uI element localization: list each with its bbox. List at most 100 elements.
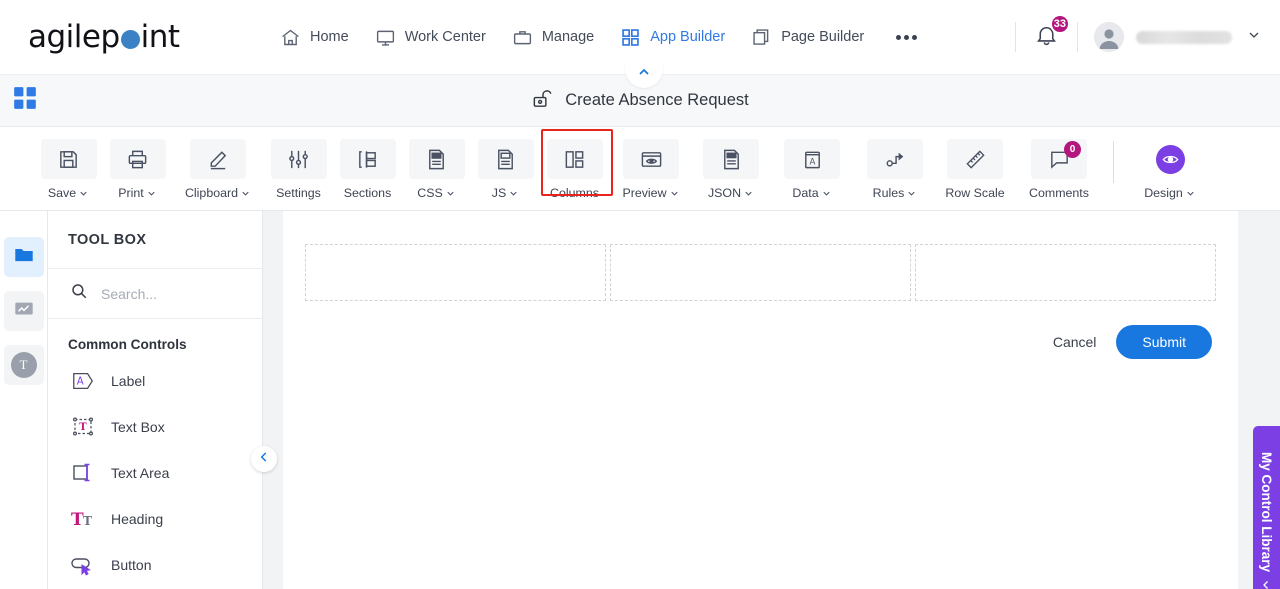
home-icon [280,27,301,48]
drop-zone-1[interactable] [305,244,606,301]
svg-text:A: A [77,377,84,388]
bell-icon [1034,26,1059,51]
floppy-disk-icon [40,139,97,179]
chevron-down-icon [670,191,678,196]
left-icon-rail: T [0,211,48,589]
nav-more-options-button[interactable] [890,34,923,40]
text-area-icon [70,462,96,484]
nav-item-page-builder[interactable]: Page Builder [751,27,864,48]
nav-item-home[interactable]: Home [280,27,349,48]
toolbar-button-js[interactable]: JS [471,137,540,200]
css-file-icon [408,139,465,179]
user-icon [1094,22,1124,52]
printer-icon [109,139,166,179]
toolbar-button-clipboard[interactable]: Clipboard [172,137,264,200]
eye-window-icon [623,139,679,179]
toolbox-control-text-box[interactable]: T Text Box [48,404,262,450]
user-menu-chevron-down-icon[interactable] [1246,27,1262,48]
brand-logo[interactable]: agilep int [0,19,280,55]
toolbar-label-print: Print [118,186,144,200]
logo-text-part1: agilep [28,19,120,55]
comment-bubble-icon: 0 [1031,139,1087,179]
toolbox-control-button[interactable]: Button [48,542,262,588]
toolbar-button-rules[interactable]: Rules [855,137,935,200]
heading-icon: T T [70,508,96,530]
toolbar-button-css[interactable]: CSS [402,137,471,200]
nav-label-home: Home [310,29,349,45]
page-title: Create Absence Request [565,91,749,109]
dot-2-icon [904,34,910,40]
toolbar-label-save: Save [47,186,77,200]
toolbar-label-json: JSON [707,186,742,200]
toolbar-button-settings[interactable]: Settings [264,137,333,200]
toolbar-button-sections[interactable]: Sections [333,137,402,200]
top-nav-right-cluster: 33 [999,14,1280,54]
columns-icon [546,139,603,179]
toolbox-control-label[interactable]: A Label [48,358,262,404]
pencil-icon [190,139,246,179]
chevron-left-icon [1261,579,1273,589]
toolbox-section-title: Common Controls [68,337,187,352]
notifications-button[interactable]: 33 [1032,14,1070,54]
toolbox-control-heading-text: Heading [111,511,164,527]
chevron-down-icon [510,191,517,196]
logo-dot-icon [120,29,140,49]
ruler-icon [947,139,1003,179]
avatar[interactable] [1094,22,1124,52]
toolbar-button-comments[interactable]: 0 Comments [1015,137,1103,200]
toolbox-control-button-text: Button [111,557,152,573]
toolbox-header: TOOL BOX [48,211,262,269]
toolbox-control-text-area[interactable]: Text Area [48,450,262,496]
page-title-group: Create Absence Request [0,87,1280,115]
unlock-icon[interactable] [531,87,554,115]
theme-avatar-icon: T [10,352,37,378]
cancel-button[interactable]: Cancel [1053,334,1097,350]
nav-item-manage[interactable]: Manage [512,27,594,48]
toolbar-button-row-scale[interactable]: Row Scale [935,137,1015,200]
toolbar-label-sections: Sections [343,186,392,200]
rail-item-toolbox[interactable] [3,237,44,277]
toolbox-search-row[interactable] [48,269,262,319]
designer-workspace: T TOOL BOX Common Controls A Label [0,211,1280,589]
columns-row [283,211,1238,301]
toolbar-button-json[interactable]: JSON [693,137,769,200]
toolbar-button-save[interactable]: Save [34,137,103,200]
toolbox-control-heading[interactable]: T T Heading [48,496,262,542]
chevron-down-icon [745,191,752,196]
chevron-up-icon [636,64,652,85]
toolbar-label-data: Data [792,186,819,200]
rail-item-analytics[interactable] [3,291,44,331]
toolbar-button-print[interactable]: Print [103,137,172,200]
toolbox-folder-icon [13,244,35,271]
grid-icon [620,27,641,48]
drop-zone-2[interactable] [610,244,911,301]
drop-zone-3[interactable] [915,244,1216,301]
my-control-library-tab[interactable]: My Control Library [1253,426,1280,589]
search-input[interactable] [101,285,231,302]
nav-item-work-center[interactable]: Work Center [375,27,486,48]
toolbar-button-design[interactable]: Design [1130,137,1210,200]
toolbar-button-data[interactable]: A Data [769,137,855,200]
toolbox-control-label-text: Label [111,373,146,389]
nav-item-app-builder[interactable]: App Builder [620,27,725,48]
form-designer-toolbar: Save Print Clipboard Settings Sections C… [0,127,1280,211]
chevron-down-icon [80,191,87,196]
toolbar-label-js: JS [491,186,507,200]
button-icon [70,554,96,576]
notification-count-badge: 33 [1049,14,1070,34]
chevron-down-icon [822,191,830,196]
chevron-down-icon [148,191,155,196]
toolbar-button-columns[interactable]: Columns [540,129,613,200]
toolbar-label-row-scale: Row Scale [945,186,1005,200]
main-menu: Home Work Center Manage App Builder Page… [280,27,999,48]
rail-item-theme[interactable]: T [3,345,44,385]
toolbar-button-preview[interactable]: Preview [609,137,693,200]
chevron-down-icon [908,191,915,196]
toolbox-collapse-button[interactable] [251,446,277,472]
toolbar-label-css: CSS [417,186,443,200]
comments-count-badge: 0 [1064,141,1081,158]
analytics-chart-icon [13,298,35,325]
svg-text:A: A [809,157,815,167]
submit-button[interactable]: Submit [1116,325,1212,359]
nav-label-manage: Manage [541,29,595,45]
